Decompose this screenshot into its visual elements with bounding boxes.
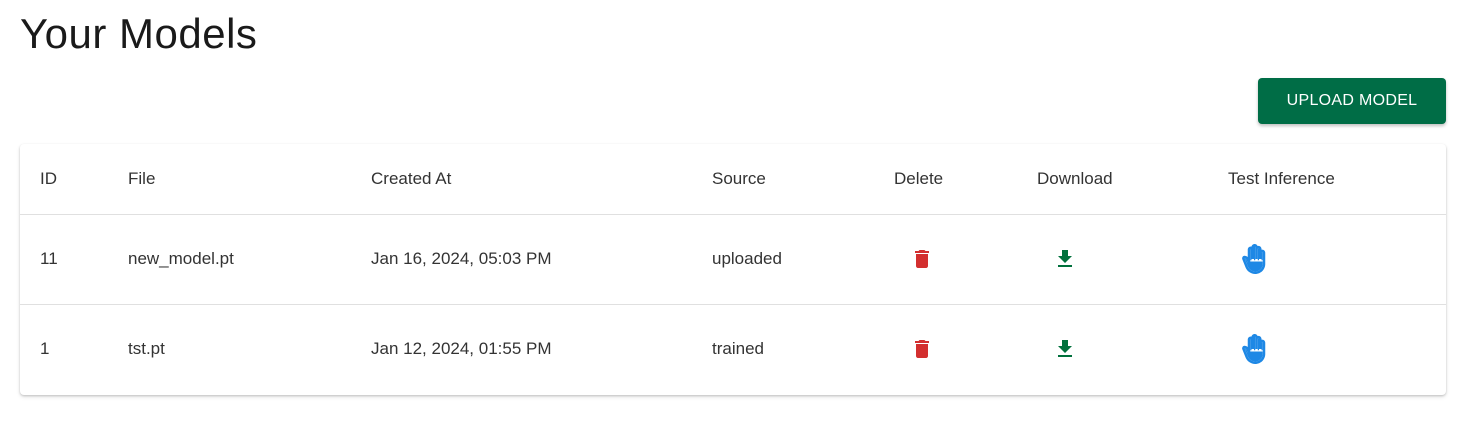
upload-model-button[interactable]: UPLOAD MODEL: [1258, 78, 1446, 124]
column-header-file: File: [128, 144, 371, 215]
cell-id: 11: [20, 214, 128, 305]
cell-test-inference: [1228, 214, 1446, 305]
column-header-download: Download: [1037, 144, 1228, 215]
cell-source: uploaded: [712, 214, 894, 305]
hand-icon[interactable]: [1238, 243, 1270, 275]
column-header-source: Source: [712, 144, 894, 215]
trash-icon[interactable]: [906, 333, 938, 365]
cell-id: 1: [40, 339, 50, 359]
column-header-delete: Delete: [894, 144, 1037, 215]
download-icon[interactable]: [1049, 243, 1081, 275]
models-page: Your Models UPLOAD MODEL ID File Created…: [0, 0, 1460, 433]
cell-test-inference: [1228, 304, 1446, 394]
table-row: 11 new_model.pt Jan 16, 2024, 05:03 PM u…: [20, 214, 1446, 305]
column-header-test-inference: Test Inference: [1228, 144, 1446, 215]
cell-delete: [894, 304, 1037, 394]
table-row: 1 tst.pt Jan 12, 2024, 01:55 PM trained: [20, 304, 1446, 394]
cell-download: [1037, 304, 1228, 394]
cell-file: tst.pt: [128, 339, 165, 359]
download-icon[interactable]: [1049, 333, 1081, 365]
cell-source: trained: [712, 339, 764, 359]
cell-file: new_model.pt: [128, 214, 371, 305]
column-header-id: ID: [20, 144, 128, 215]
trash-icon[interactable]: [906, 243, 938, 275]
cell-delete: [894, 214, 1037, 305]
column-header-created-at: Created At: [371, 144, 712, 215]
cell-download: [1037, 214, 1228, 305]
cell-created-at: Jan 16, 2024, 05:03 PM: [371, 214, 712, 305]
page-title: Your Models: [20, 10, 258, 57]
table-header-row: ID File Created At Source Delete Downloa…: [20, 144, 1446, 215]
models-table-card: ID File Created At Source Delete Downloa…: [20, 144, 1446, 395]
cell-created-at: Jan 12, 2024, 01:55 PM: [371, 339, 552, 359]
hand-icon[interactable]: [1238, 333, 1270, 365]
models-table: ID File Created At Source Delete Downloa…: [20, 144, 1446, 394]
